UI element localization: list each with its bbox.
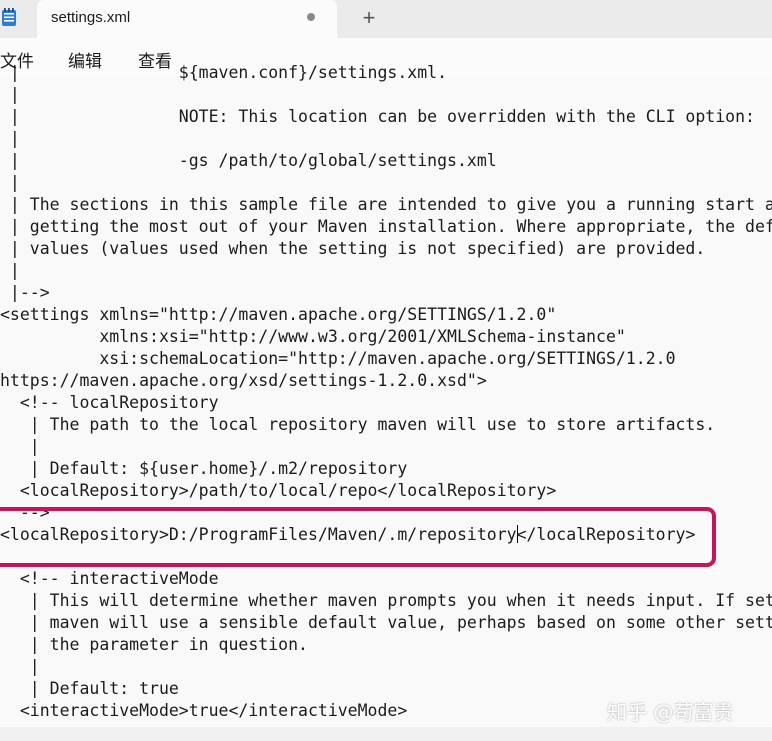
editor-line: | bbox=[0, 85, 20, 104]
editor-line: | the parameter in question. bbox=[0, 635, 308, 654]
unsaved-dot-icon[interactable] bbox=[307, 13, 315, 21]
text-editor[interactable]: | ${maven.conf}/settings.xml. | | NOTE: … bbox=[0, 62, 772, 727]
plus-icon[interactable]: + bbox=[356, 5, 382, 31]
editor-line: | bbox=[0, 129, 20, 148]
editor-line: xsi:schemaLocation="http://maven.apache.… bbox=[0, 349, 676, 368]
editor-line: <!-- interactiveMode bbox=[0, 569, 219, 588]
editor-line: | bbox=[0, 437, 40, 456]
editor-line: | maven will use a sensible default valu… bbox=[0, 613, 772, 632]
notepad-icon bbox=[1, 8, 17, 27]
annotation-highlight-box bbox=[0, 507, 716, 567]
editor-line: <localRepository>/path/to/local/repo</lo… bbox=[0, 481, 557, 500]
editor-line: | NOTE: This location can be overridden … bbox=[0, 107, 755, 126]
editor-line: | This will determine whether maven prom… bbox=[29, 591, 772, 610]
watermark: 知乎 @苟富贵 bbox=[607, 700, 734, 724]
editor-line: <!-- localRepository bbox=[0, 393, 219, 412]
tab-title: settings.xml bbox=[51, 9, 131, 26]
tab-bar: settings.xml + bbox=[0, 0, 772, 38]
editor-line: |--> bbox=[0, 283, 50, 302]
editor-line: xmlns:xsi="http://www.w3.org/2001/XMLSch… bbox=[0, 327, 626, 346]
editor-line: | -gs /path/to/global/settings.xml bbox=[0, 151, 497, 170]
editor-line: | The sections in this sample file are i… bbox=[0, 195, 772, 214]
editor-line: | Default: true bbox=[0, 679, 179, 698]
editor-line: | getting the most out of your Maven ins… bbox=[0, 217, 772, 236]
editor-line: https://maven.apache.org/xsd/settings-1.… bbox=[0, 371, 487, 390]
editor-line: <settings xmlns="http://maven.apache.org… bbox=[0, 305, 557, 324]
editor-line: | bbox=[0, 173, 20, 192]
editor-line: | Default: ${user.home}/.m2/repository bbox=[0, 459, 408, 478]
tab-settings-xml[interactable]: settings.xml bbox=[37, 0, 337, 38]
editor-line: | ${maven.conf}/settings.xml. bbox=[0, 63, 448, 82]
editor-line: <interactiveMode>true</interactiveMode> bbox=[0, 701, 408, 720]
editor-line: | values (values used when the setting i… bbox=[0, 239, 706, 258]
editor-line: | bbox=[0, 657, 40, 676]
editor-line: | bbox=[0, 261, 20, 280]
editor-line: | The path to the local repository maven… bbox=[0, 415, 716, 434]
status-bar bbox=[0, 727, 772, 741]
